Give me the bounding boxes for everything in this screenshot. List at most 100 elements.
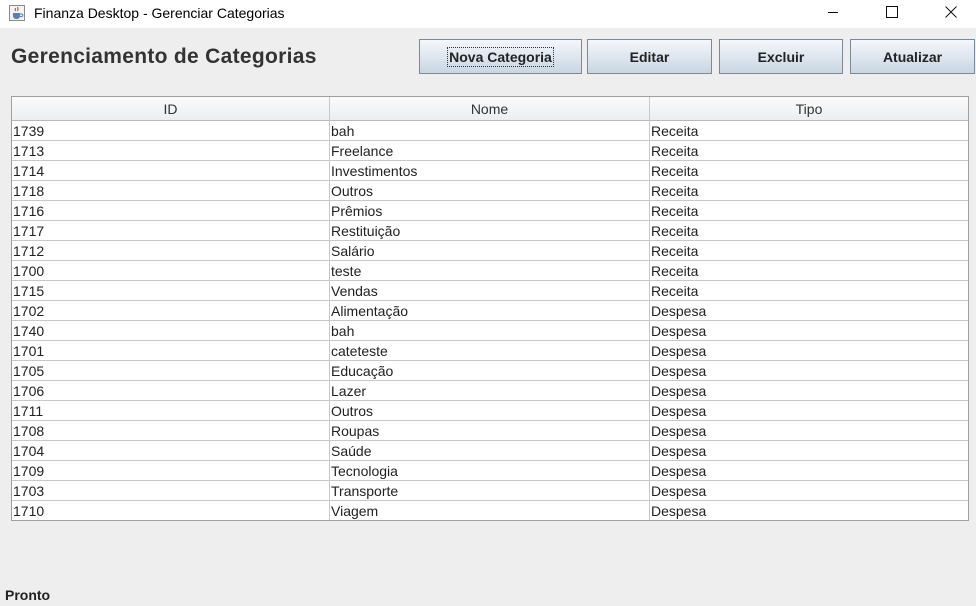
table-row[interactable]: 1740 bah Despesa — [12, 321, 968, 341]
table-row[interactable]: 1718 Outros Receita — [12, 181, 968, 201]
table-row[interactable]: 1704 Saúde Despesa — [12, 441, 968, 461]
cell-tipo[interactable]: Despesa — [650, 441, 968, 461]
close-button[interactable] — [928, 0, 974, 28]
table-row[interactable]: 1703 Transporte Despesa — [12, 481, 968, 501]
column-header-nome[interactable]: Nome — [330, 97, 650, 121]
delete-button[interactable]: Excluir — [719, 39, 843, 74]
cell-nome[interactable]: teste — [330, 261, 650, 281]
minimize-button[interactable] — [810, 0, 856, 28]
table-row[interactable]: 1712 Salário Receita — [12, 241, 968, 261]
cell-id[interactable]: 1703 — [12, 481, 330, 501]
status-label: Pronto — [5, 587, 51, 603]
cell-tipo[interactable]: Despesa — [650, 381, 968, 401]
cell-id[interactable]: 1702 — [12, 301, 330, 321]
cell-nome[interactable]: bah — [330, 321, 650, 341]
table-body: 1739 bah Receita 1713 Freelance Receita 1714… — [12, 121, 968, 520]
refresh-button[interactable]: Atualizar — [850, 39, 975, 74]
cell-tipo[interactable]: Receita — [650, 161, 968, 181]
cell-nome[interactable]: Roupas — [330, 421, 650, 441]
cell-tipo[interactable]: Receita — [650, 261, 968, 281]
cell-nome[interactable]: bah — [330, 121, 650, 141]
cell-tipo[interactable]: Receita — [650, 201, 968, 221]
cell-id[interactable]: 1713 — [12, 141, 330, 161]
column-header-tipo[interactable]: Tipo — [650, 97, 968, 121]
table-row[interactable]: 1705 Educação Despesa — [12, 361, 968, 381]
table-row[interactable]: 1701 cateteste Despesa — [12, 341, 968, 361]
table-row[interactable]: 1706 Lazer Despesa — [12, 381, 968, 401]
table-row[interactable]: 1702 Alimentação Despesa — [12, 301, 968, 321]
table-row[interactable]: 1709 Tecnologia Despesa — [12, 461, 968, 481]
cell-tipo[interactable]: Receita — [650, 181, 968, 201]
cell-nome[interactable]: Viagem — [330, 501, 650, 520]
cell-nome[interactable]: Vendas — [330, 281, 650, 301]
cell-nome[interactable]: Alimentação — [330, 301, 650, 321]
cell-tipo[interactable]: Despesa — [650, 301, 968, 321]
title-bar[interactable]: Finanza Desktop - Gerenciar Categorias — [0, 0, 976, 28]
cell-id[interactable]: 1711 — [12, 401, 330, 421]
cell-nome[interactable]: Tecnologia — [330, 461, 650, 481]
categories-table[interactable]: ID Nome Tipo 1739 bah Receita 1713 Freelanc… — [11, 96, 969, 521]
table-row[interactable]: 1739 bah Receita — [12, 121, 968, 141]
table-row[interactable]: 1716 Prêmios Receita — [12, 201, 968, 221]
cell-nome[interactable]: Transporte — [330, 481, 650, 501]
cell-id[interactable]: 1705 — [12, 361, 330, 381]
cell-tipo[interactable]: Despesa — [650, 501, 968, 520]
app-window: Finanza Desktop - Gerenciar Categorias G… — [0, 0, 976, 606]
cell-tipo[interactable]: Despesa — [650, 341, 968, 361]
table-row[interactable]: 1714 Investimentos Receita — [12, 161, 968, 181]
cell-nome[interactable]: Freelance — [330, 141, 650, 161]
cell-id[interactable]: 1739 — [12, 121, 330, 141]
cell-id[interactable]: 1715 — [12, 281, 330, 301]
cell-tipo[interactable]: Despesa — [650, 461, 968, 481]
table-row[interactable]: 1715 Vendas Receita — [12, 281, 968, 301]
maximize-button[interactable] — [869, 0, 915, 28]
cell-nome[interactable]: Outros — [330, 401, 650, 421]
cell-nome[interactable]: Outros — [330, 181, 650, 201]
cell-tipo[interactable]: Despesa — [650, 361, 968, 381]
table-row[interactable]: 1700 teste Receita — [12, 261, 968, 281]
table-row[interactable]: 1717 Restituição Receita — [12, 221, 968, 241]
edit-label: Editar — [629, 48, 670, 65]
cell-id[interactable]: 1700 — [12, 261, 330, 281]
cell-tipo[interactable]: Despesa — [650, 321, 968, 341]
cell-nome[interactable]: Lazer — [330, 381, 650, 401]
cell-nome[interactable]: Investimentos — [330, 161, 650, 181]
cell-id[interactable]: 1740 — [12, 321, 330, 341]
cell-tipo[interactable]: Receita — [650, 241, 968, 261]
cell-id[interactable]: 1706 — [12, 381, 330, 401]
table-header: ID Nome Tipo — [12, 97, 968, 121]
cell-nome[interactable]: Prêmios — [330, 201, 650, 221]
cell-tipo[interactable]: Despesa — [650, 421, 968, 441]
cell-id[interactable]: 1704 — [12, 441, 330, 461]
cell-nome[interactable]: Salário — [330, 241, 650, 261]
table-row[interactable]: 1711 Outros Despesa — [12, 401, 968, 421]
cell-id[interactable]: 1718 — [12, 181, 330, 201]
cell-tipo[interactable]: Receita — [650, 221, 968, 241]
cell-tipo[interactable]: Receita — [650, 121, 968, 141]
column-header-id[interactable]: ID — [12, 97, 330, 121]
cell-id[interactable]: 1712 — [12, 241, 330, 261]
cell-nome[interactable]: Restituição — [330, 221, 650, 241]
close-icon — [945, 5, 957, 23]
cell-id[interactable]: 1717 — [12, 221, 330, 241]
cell-id[interactable]: 1714 — [12, 161, 330, 181]
maximize-icon — [886, 5, 898, 23]
cell-tipo[interactable]: Despesa — [650, 401, 968, 421]
cell-tipo[interactable]: Receita — [650, 281, 968, 301]
cell-id[interactable]: 1709 — [12, 461, 330, 481]
edit-button[interactable]: Editar — [587, 39, 712, 74]
java-cup-icon — [9, 5, 25, 21]
cell-nome[interactable]: cateteste — [330, 341, 650, 361]
table-row[interactable]: 1710 Viagem Despesa — [12, 501, 968, 520]
cell-id[interactable]: 1710 — [12, 501, 330, 520]
cell-nome[interactable]: Saúde — [330, 441, 650, 461]
table-row[interactable]: 1713 Freelance Receita — [12, 141, 968, 161]
cell-id[interactable]: 1701 — [12, 341, 330, 361]
cell-nome[interactable]: Educação — [330, 361, 650, 381]
table-row[interactable]: 1708 Roupas Despesa — [12, 421, 968, 441]
cell-id[interactable]: 1708 — [12, 421, 330, 441]
cell-id[interactable]: 1716 — [12, 201, 330, 221]
cell-tipo[interactable]: Despesa — [650, 481, 968, 501]
new-category-button[interactable]: Nova Categoria — [419, 39, 582, 74]
cell-tipo[interactable]: Receita — [650, 141, 968, 161]
